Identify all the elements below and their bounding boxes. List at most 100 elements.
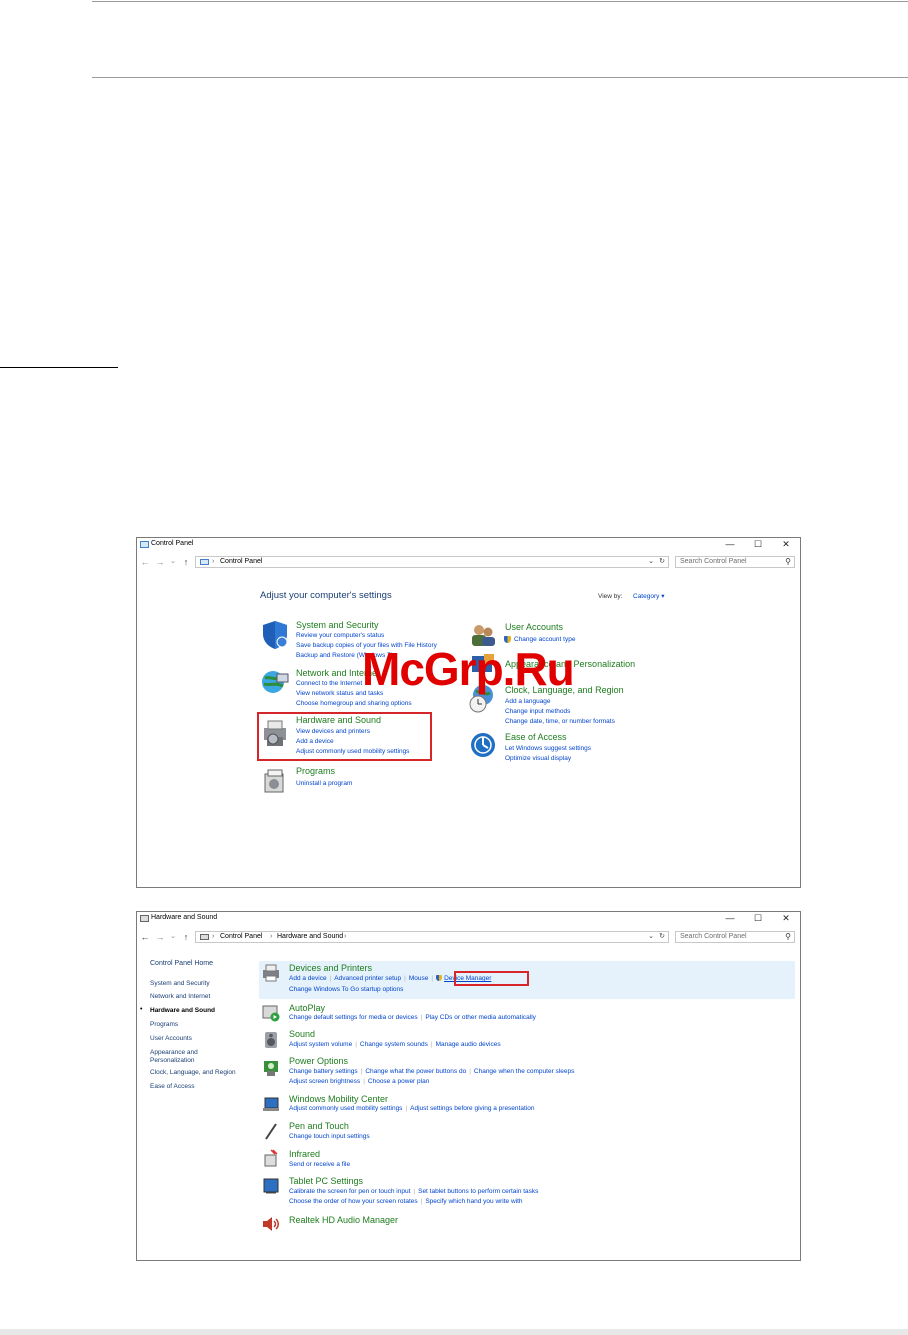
- section-sound[interactable]: Sound: [289, 1029, 315, 1039]
- search-input[interactable]: Search Control Panel ⚲: [675, 556, 795, 568]
- address-dropdown-icon[interactable]: ⌄: [648, 557, 654, 565]
- address-row: ← → ⌄ ↑ › Control Panel › Hardware and S…: [137, 929, 800, 947]
- minimize-button[interactable]: —: [716, 538, 744, 551]
- section-pen-touch[interactable]: Pen and Touch: [289, 1121, 349, 1131]
- sidebar-item-hardware-sound[interactable]: Hardware and Sound: [150, 1007, 215, 1014]
- sidebar-item-clock-language[interactable]: Clock, Language, and Region: [150, 1069, 236, 1076]
- link-tablet-buttons[interactable]: Set tablet buttons to perform certain ta…: [418, 1188, 538, 1195]
- title-bar: Hardware and Sound — ☐ ✕: [137, 912, 800, 926]
- dropdown-arrow-icon: ▾: [661, 593, 665, 600]
- close-button[interactable]: ✕: [772, 538, 800, 551]
- hardware-sound-window: Hardware and Sound — ☐ ✕ ← → ⌄ ↑ › Contr…: [136, 911, 801, 1261]
- breadcrumb-control-panel[interactable]: Control Panel: [220, 933, 262, 940]
- link-add-language[interactable]: Add a language: [505, 698, 551, 705]
- link-battery-settings[interactable]: Change battery settings: [289, 1068, 358, 1075]
- category-programs[interactable]: Programs: [296, 766, 335, 776]
- link-power-buttons[interactable]: Change what the power buttons do: [365, 1068, 466, 1075]
- category-ease-of-access[interactable]: Ease of Access: [505, 732, 567, 742]
- link-add-device[interactable]: Add a device: [289, 975, 327, 982]
- link-calibrate-screen[interactable]: Calibrate the screen for pen or touch in…: [289, 1188, 410, 1195]
- realtek-speaker-icon: [263, 1217, 279, 1231]
- power-options-icon: [264, 1061, 278, 1076]
- link-connect-internet[interactable]: Connect to the Internet: [296, 680, 362, 687]
- close-button[interactable]: ✕: [772, 912, 800, 925]
- forward-button[interactable]: →: [155, 556, 165, 568]
- link-row: Adjust commonly used mobility settings | A…: [289, 1105, 534, 1112]
- sidebar-item-user-accounts[interactable]: User Accounts: [150, 1035, 192, 1042]
- link-play-cds[interactable]: Play CDs or other media automatically: [425, 1014, 536, 1021]
- link-homegroup[interactable]: Choose homegroup and sharing options: [296, 700, 412, 707]
- link-touch-input-settings[interactable]: Change touch input settings: [289, 1133, 370, 1140]
- recent-locations-button[interactable]: ⌄: [168, 931, 178, 943]
- speaker-icon: [265, 1032, 277, 1048]
- infrared-icon: [264, 1149, 278, 1167]
- highlight-hardware-sound: [257, 712, 432, 761]
- sidebar-item-system-security[interactable]: System and Security: [150, 980, 210, 987]
- printer-icon: [263, 964, 279, 982]
- link-mobility-settings[interactable]: Adjust commonly used mobility settings: [289, 1105, 402, 1112]
- refresh-icon[interactable]: ↻: [659, 557, 665, 565]
- link-date-time-formats[interactable]: Change date, time, or number formats: [505, 718, 615, 725]
- back-button[interactable]: ←: [140, 931, 150, 943]
- section-mobility-center[interactable]: Windows Mobility Center: [289, 1094, 388, 1104]
- search-input[interactable]: Search Control Panel ⚲: [675, 931, 795, 943]
- up-button[interactable]: ↑: [181, 931, 191, 943]
- link-optimize-display[interactable]: Optimize visual display: [505, 755, 571, 762]
- link-windows-suggest[interactable]: Let Windows suggest settings: [505, 745, 591, 752]
- section-realtek-audio[interactable]: Realtek HD Audio Manager: [289, 1215, 398, 1225]
- link-presentation-settings[interactable]: Adjust settings before giving a presenta…: [410, 1105, 534, 1112]
- view-by-dropdown[interactable]: Category ▾: [633, 592, 664, 600]
- refresh-icon[interactable]: ↻: [659, 932, 665, 940]
- breadcrumb-hardware-sound[interactable]: Hardware and Sound: [277, 933, 343, 940]
- section-devices-printers[interactable]: Devices and Printers: [289, 963, 372, 973]
- breadcrumb-control-panel[interactable]: Control Panel: [220, 558, 262, 565]
- link-adjust-volume[interactable]: Adjust system volume: [289, 1041, 352, 1048]
- link-screen-brightness[interactable]: Adjust screen brightness: [289, 1078, 360, 1085]
- link-computer-sleeps[interactable]: Change when the computer sleeps: [474, 1068, 574, 1075]
- section-underline: [0, 367, 118, 368]
- sidebar-control-panel-home[interactable]: Control Panel Home: [150, 960, 213, 967]
- link-separator: |: [431, 975, 434, 982]
- up-button[interactable]: ↑: [181, 556, 191, 568]
- minimize-button[interactable]: —: [716, 912, 744, 925]
- link-screen-rotation[interactable]: Choose the order of how your screen rota…: [289, 1198, 418, 1205]
- link-advanced-printer-setup[interactable]: Advanced printer setup: [334, 975, 401, 982]
- maximize-button[interactable]: ☐: [744, 538, 772, 551]
- link-review-status[interactable]: Review your computer's status: [296, 632, 384, 639]
- forward-button[interactable]: →: [155, 931, 165, 943]
- link-handedness[interactable]: Specify which hand you write with: [425, 1198, 522, 1205]
- address-folder-icon: [200, 559, 209, 565]
- link-input-methods[interactable]: Change input methods: [505, 708, 570, 715]
- window-title: Control Panel: [151, 540, 194, 547]
- breadcrumb-separator: ›: [212, 558, 215, 565]
- section-power-options[interactable]: Power Options: [289, 1056, 348, 1066]
- link-windows-to-go[interactable]: Change Windows To Go startup options: [289, 986, 403, 993]
- section-autoplay[interactable]: AutoPlay: [289, 1003, 325, 1013]
- link-uninstall-program[interactable]: Uninstall a program: [296, 780, 352, 787]
- address-bar[interactable]: › Control Panel ⌄ ↻: [195, 556, 669, 568]
- link-separator: |: [404, 975, 406, 982]
- maximize-button[interactable]: ☐: [744, 912, 772, 925]
- category-user-accounts[interactable]: User Accounts: [505, 622, 563, 632]
- address-dropdown-icon[interactable]: ⌄: [648, 932, 654, 940]
- link-change-system-sounds[interactable]: Change system sounds: [360, 1041, 428, 1048]
- recent-locations-button[interactable]: ⌄: [168, 556, 178, 568]
- title-bar: Control Panel — ☐ ✕: [137, 538, 800, 552]
- back-button[interactable]: ←: [140, 556, 150, 568]
- section-tablet-pc-settings[interactable]: Tablet PC Settings: [289, 1176, 363, 1186]
- link-manage-audio-devices[interactable]: Manage audio devices: [436, 1041, 501, 1048]
- sidebar-item-programs[interactable]: Programs: [150, 1021, 178, 1028]
- search-icon: ⚲: [785, 557, 791, 566]
- category-system-security[interactable]: System and Security: [296, 620, 379, 630]
- sidebar-item-network-internet[interactable]: Network and Internet: [150, 993, 210, 1000]
- address-bar[interactable]: › Control Panel › Hardware and Sound › ⌄…: [195, 931, 669, 943]
- link-power-plan[interactable]: Choose a power plan: [368, 1078, 429, 1085]
- search-placeholder: Search Control Panel: [680, 933, 747, 940]
- sidebar-item-ease-of-access[interactable]: Ease of Access: [150, 1083, 194, 1090]
- address-row: ← → ⌄ ↑ › Control Panel ⌄ ↻ Search Contr…: [137, 554, 800, 572]
- link-mouse[interactable]: Mouse: [409, 975, 429, 982]
- sidebar-item-appearance[interactable]: Appearance and Personalization: [150, 1049, 210, 1065]
- section-infrared[interactable]: Infrared: [289, 1149, 320, 1159]
- link-send-receive-file[interactable]: Send or receive a file: [289, 1161, 350, 1168]
- link-default-media-settings[interactable]: Change default settings for media or dev…: [289, 1014, 418, 1021]
